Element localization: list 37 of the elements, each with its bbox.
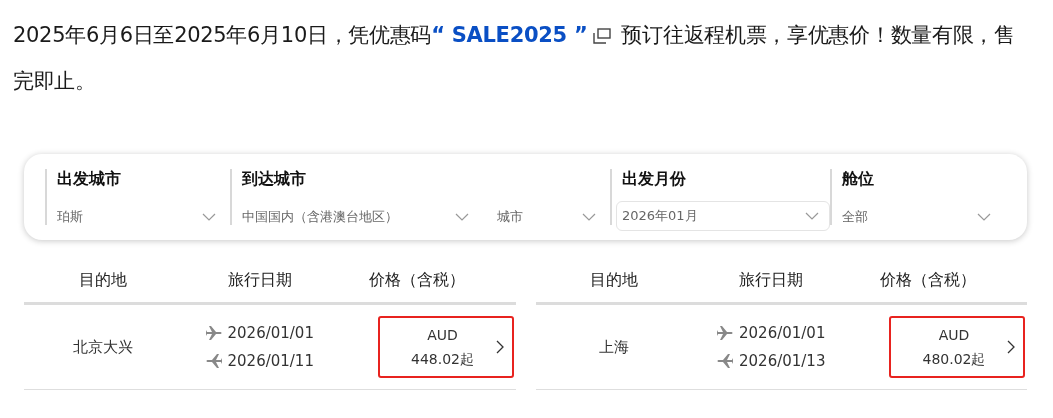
column-header: 目的地 (590, 269, 639, 291)
select-field[interactable]: 2026年01月 (616, 201, 830, 231)
column-header: 旅行日期 (739, 269, 804, 291)
chevron-down-icon (977, 213, 991, 221)
copy-icon[interactable] (593, 28, 612, 44)
departure-date: 2026/01/01 (227, 324, 314, 342)
select-field[interactable]: 城市 (497, 203, 610, 231)
chevron-down-icon (455, 213, 470, 221)
chevron-down-icon (202, 213, 216, 221)
return-date: 2026/01/11 (227, 352, 314, 370)
return-date: 2026/01/13 (739, 352, 826, 370)
filter-label: 舱位 (842, 169, 874, 189)
chevron-right-icon (495, 340, 504, 354)
select-field[interactable]: 珀斯 (57, 203, 230, 231)
plane-icon (717, 354, 733, 368)
column-header: 目的地 (78, 269, 127, 291)
price-button[interactable]: AUD 448.02起 (377, 316, 514, 378)
column-header: 价格（含税） (368, 269, 465, 291)
select-field[interactable]: 中国国内（含港澳台地区） (242, 203, 484, 231)
filter-label: 出发城市 (57, 169, 121, 189)
plane-icon (205, 354, 222, 368)
plane-icon (717, 326, 733, 340)
column-header: 旅行日期 (227, 269, 292, 291)
destination-cell: 上海 (599, 337, 630, 357)
filter-label: 到达城市 (242, 169, 306, 189)
plane-icon (205, 326, 222, 340)
promo-text: 2025年6月6日至2025年6月10日，凭优惠码“ SALE2025 ” 预订往返程机票，享优惠价！数量有限，售完即止。 (13, 22, 1016, 95)
promo-code-link[interactable]: “ SALE2025 ” (431, 23, 588, 47)
departure-date: 2026/01/01 (739, 324, 826, 342)
column-header: 价格（含税） (880, 269, 977, 291)
chevron-right-icon (1007, 340, 1015, 354)
chevron-down-icon (582, 213, 596, 221)
chevron-down-icon (805, 212, 819, 220)
destination-cell: 北京大兴 (72, 337, 133, 357)
price-button[interactable]: AUD 480.02起 (889, 316, 1025, 378)
select-field[interactable]: 全部 (842, 203, 1005, 231)
filter-label: 出发月份 (622, 169, 686, 189)
